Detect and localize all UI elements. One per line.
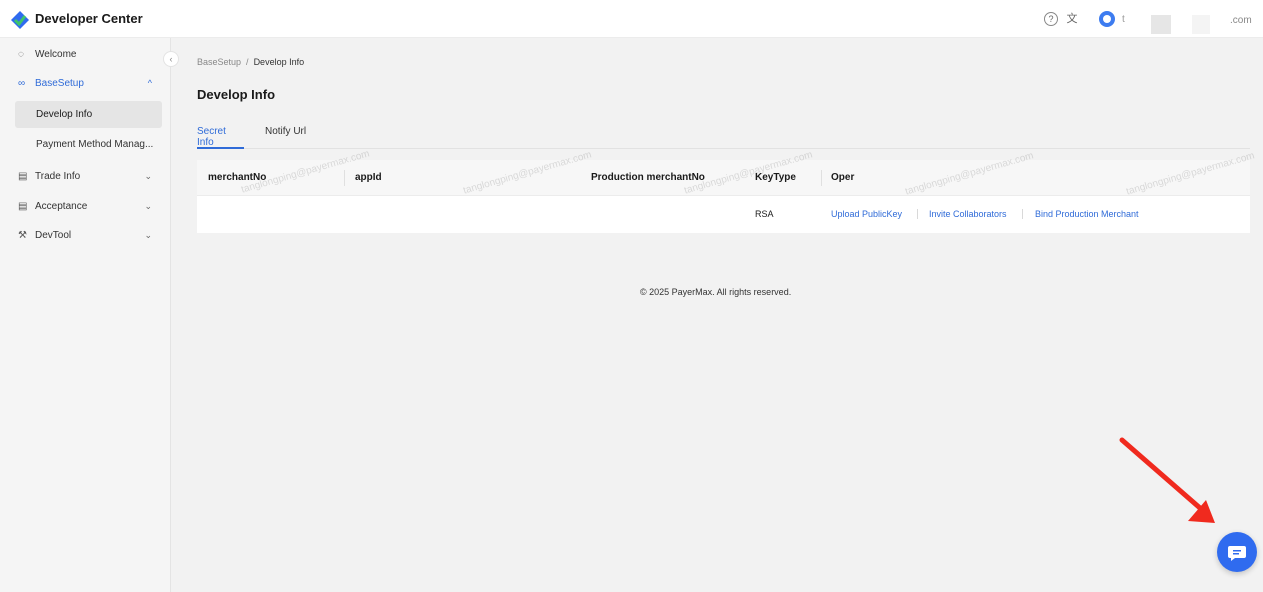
key-type-cell: RSA [755,209,774,219]
redacted-block [1192,15,1210,34]
breadcrumb-separator: / [246,57,249,67]
sidebar-item-label: Welcome [35,48,77,60]
chevron-up-icon: ^ [147,78,152,88]
column-header-production-merchant-no: Production merchantNo [591,172,705,183]
column-header-app-id: appId [355,172,382,183]
help-circle-icon[interactable]: ? [1044,12,1058,26]
app-title: Developer Center [35,11,143,26]
link-divider [1022,209,1023,219]
user-email-suffix[interactable]: .com [1230,15,1252,26]
chat-support-button[interactable] [1217,532,1257,572]
chevron-down-icon: ⌄ [144,170,152,181]
developer-center-logo-icon [11,11,29,29]
annotation-arrow [1119,437,1215,523]
link-divider [917,209,918,219]
column-divider [821,170,822,186]
link-icon: ∞ [18,77,26,89]
page-title: Develop Info [197,87,276,102]
sidebar-item-develop-info[interactable]: Develop Info [15,101,162,128]
sidebar-collapse-button[interactable]: ‹ [163,51,179,67]
sidebar: ◌ Welcome ∞ BaseSetup ^ Develop Info Pay… [0,38,171,592]
tab-bar: Secret Info Notify Url [197,126,1250,149]
top-header: Developer Center ? 文 t .com [0,0,1263,38]
tab-secret-info[interactable]: Secret Info [197,126,244,149]
invite-collaborators-link[interactable]: Invite Collaborators [929,209,1007,219]
sidebar-item-label: DevTool [35,229,72,241]
column-divider [344,170,345,186]
breadcrumb-parent[interactable]: BaseSetup [197,57,241,67]
sidebar-item-label: BaseSetup [35,77,84,89]
sidebar-item-label: Acceptance [35,200,88,212]
sidebar-item-welcome[interactable]: ◌ Welcome [15,41,162,67]
chat-bubble-icon [1228,546,1246,561]
redacted-block [1151,15,1171,34]
breadcrumb-current: Develop Info [253,57,305,67]
sidebar-item-trade-info[interactable]: ▤ Trade Info ⌄ [15,163,162,189]
translate-icon[interactable]: 文 [1065,12,1079,26]
breadcrumb: BaseSetup / Develop Info [197,57,304,67]
table-row: RSA Upload PublicKey Invite Collaborator… [197,196,1250,233]
tab-notify-url[interactable]: Notify Url [265,126,306,149]
chevron-down-icon: ⌄ [144,229,152,240]
document-icon: ▤ [18,200,28,212]
sidebar-item-acceptance[interactable]: ▤ Acceptance ⌄ [15,193,162,219]
upload-public-key-link[interactable]: Upload PublicKey [831,209,902,219]
sidebar-item-devtool[interactable]: ⚒ DevTool ⌄ [15,222,162,248]
user-email-prefix[interactable]: t [1122,14,1125,25]
bind-production-merchant-link[interactable]: Bind Production Merchant [1035,209,1139,219]
sidebar-item-payment-method[interactable]: Payment Method Manag... [15,131,162,158]
footer-copyright: © 2025 PayerMax. All rights reserved. [640,287,792,297]
avatar[interactable] [1099,11,1115,27]
sidebar-item-basesetup[interactable]: ∞ BaseSetup ^ [15,70,162,96]
chevron-down-icon: ⌄ [144,200,152,211]
wrench-icon: ⚒ [18,229,27,241]
sidebar-item-label: Trade Info [35,170,81,182]
lightbulb-icon: ◌ [18,48,24,60]
document-icon: ▤ [18,170,28,182]
secret-info-table: merchantNo appId Production merchantNo K… [197,160,1250,233]
column-header-oper: Oper [831,172,855,183]
